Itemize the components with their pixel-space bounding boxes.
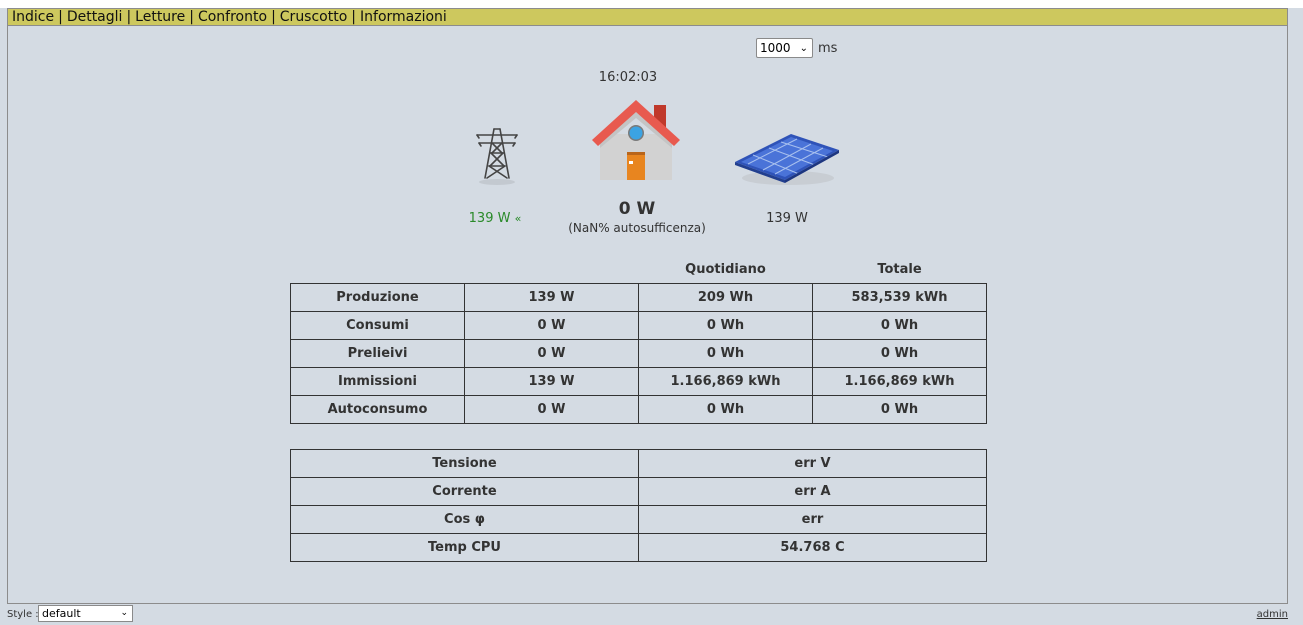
- arrow-left-icon: «: [514, 212, 522, 225]
- house-icon: [590, 96, 682, 186]
- nav-item-confronto[interactable]: Confronto: [198, 9, 267, 25]
- row-label: Immissioni: [290, 367, 465, 396]
- refresh-interval-unit: ms: [818, 40, 838, 56]
- row-label: Autoconsumo: [290, 395, 465, 424]
- energy-table: Quotidiano Totale Produzione 139 W 209 W…: [290, 256, 987, 424]
- table-row: Tensione err V: [290, 449, 987, 478]
- row-label: Cos φ: [290, 505, 639, 534]
- refresh-interval-control: 1000 ⌄ ms: [756, 38, 837, 58]
- table-header-cell: Totale: [877, 262, 922, 277]
- footer: Style : default ⌄ admin: [0, 603, 1303, 625]
- row-label: Consumi: [290, 311, 465, 340]
- table-row: Consumi 0 W 0 Wh 0 Wh: [290, 311, 987, 340]
- table-cell: err: [638, 505, 987, 534]
- style-label: Style :: [7, 609, 39, 620]
- nav-separator: |: [126, 9, 132, 25]
- table-cell: 0 W: [464, 395, 639, 424]
- table-row: Corrente err A: [290, 477, 987, 506]
- nav-separator: |: [351, 9, 357, 25]
- nav-items: Indice | Dettagli | Letture | Confronto | Crusco…: [12, 9, 447, 26]
- table-row: Produzione 139 W 209 Wh 583,539 kWh: [290, 283, 987, 312]
- table-row: Cos φ err: [290, 505, 987, 534]
- top-strip: [0, 0, 1303, 8]
- admin-link[interactable]: admin: [1257, 609, 1288, 620]
- table-header-cell: [465, 256, 639, 284]
- table-cell: 0 Wh: [812, 339, 987, 368]
- solar-power-value: 139 W: [766, 211, 808, 226]
- row-label: Prelieivi: [290, 339, 465, 368]
- table-cell: err V: [638, 449, 987, 478]
- table-cell: 0 Wh: [812, 395, 987, 424]
- house-power-value: 0 W: [618, 199, 656, 219]
- current-time: 16:02:03: [598, 70, 658, 85]
- nav-separator: |: [271, 9, 276, 25]
- refresh-interval-value: 1000: [760, 41, 791, 55]
- grid-power-value: 139 W «: [455, 211, 535, 226]
- row-label: Corrente: [290, 477, 639, 506]
- table-header-cell: Quotidiano: [685, 262, 766, 277]
- table-cell: err A: [638, 477, 987, 506]
- table-row: Prelieivi 0 W 0 Wh 0 Wh: [290, 339, 987, 368]
- table-cell: 1.166,869 kWh: [812, 367, 987, 396]
- nav-item-indice[interactable]: Indice: [12, 9, 54, 25]
- refresh-interval-select[interactable]: 1000 ⌄: [756, 38, 813, 58]
- system-info-table: Tensione err V Corrente err A Cos φ err …: [290, 449, 987, 562]
- table-header-cell: [291, 256, 465, 284]
- row-label: Produzione: [290, 283, 465, 312]
- style-select[interactable]: default ⌄: [38, 605, 133, 622]
- table-header-row: Quotidiano Totale: [291, 256, 987, 284]
- table-cell: 0 W: [464, 311, 639, 340]
- table-cell: 0 Wh: [638, 395, 813, 424]
- table-row: Temp CPU 54.768 C: [290, 533, 987, 562]
- table-cell: 0 W: [464, 339, 639, 368]
- table-cell: 0 Wh: [638, 339, 813, 368]
- navbar: Indice | Dettagli | Letture | Confronto | Crusco…: [8, 9, 1287, 26]
- table-row: Immissioni 139 W 1.166,869 kWh 1.166,869…: [290, 367, 987, 396]
- chevron-down-icon: ⌄: [799, 43, 808, 54]
- nav-item-letture[interactable]: Letture: [135, 9, 185, 25]
- table-cell: 209 Wh: [638, 283, 813, 312]
- table-cell: 583,539 kWh: [812, 283, 987, 312]
- row-label: Temp CPU: [290, 533, 639, 562]
- solar-panel-icon: [733, 130, 843, 194]
- power-pylon-icon: [468, 126, 526, 190]
- chevron-down-icon: ⌄: [120, 608, 128, 618]
- table-row: Autoconsumo 0 W 0 Wh 0 Wh: [290, 395, 987, 424]
- self-sufficiency-text: (NaN% autosufficenza): [568, 221, 706, 235]
- table-cell: 0 Wh: [812, 311, 987, 340]
- nav-item-informazioni[interactable]: Informazioni: [360, 9, 447, 25]
- nav-item-cruscotto[interactable]: Cruscotto: [280, 9, 348, 25]
- table-cell: 54.768 C: [638, 533, 987, 562]
- nav-item-dettagli[interactable]: Dettagli: [67, 9, 123, 25]
- table-cell: 139 W: [464, 367, 639, 396]
- nav-separator: |: [189, 9, 194, 25]
- table-cell: 1.166,869 kWh: [638, 367, 813, 396]
- row-label: Tensione: [290, 449, 639, 478]
- table-cell: 139 W: [464, 283, 639, 312]
- grid-power-text: 139 W: [468, 211, 511, 226]
- table-cell: 0 Wh: [638, 311, 813, 340]
- nav-separator: |: [58, 9, 63, 25]
- style-select-value: default: [42, 607, 81, 620]
